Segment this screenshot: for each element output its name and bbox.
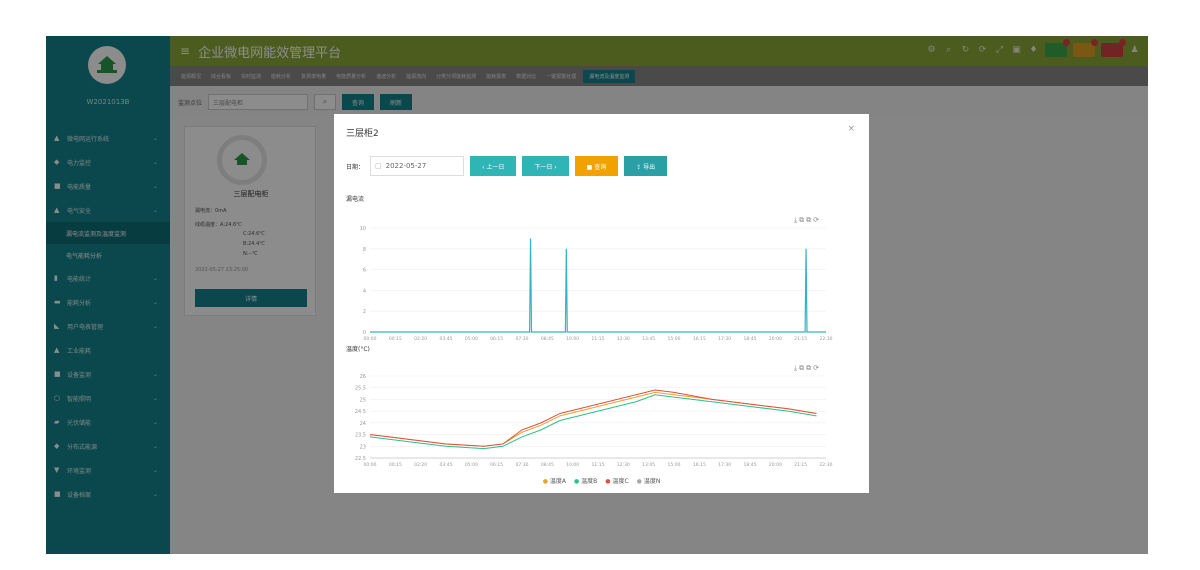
- y-tick-label: 4: [363, 288, 366, 294]
- x-tick-label: 22:30: [820, 336, 833, 342]
- query-button[interactable]: ■ 查询: [574, 156, 619, 176]
- chart-legend: ● 温度A ● 温度B ● 温度C ● 温度N: [334, 476, 869, 485]
- x-tick-label: 17:30: [718, 336, 731, 342]
- x-tick-label: 08:45: [541, 462, 554, 468]
- y-tick-label: 6: [363, 268, 366, 274]
- x-tick-label: 10:00: [566, 336, 579, 342]
- legend-item[interactable]: ● 温度C: [605, 476, 628, 485]
- x-tick-label: 07:30: [516, 336, 529, 342]
- legend-item[interactable]: ● 温度N: [637, 476, 661, 485]
- x-tick-label: 05:00: [465, 336, 478, 342]
- x-tick-label: 16:15: [693, 336, 706, 342]
- x-tick-label: 21:15: [794, 336, 807, 342]
- date-input[interactable]: ▢ 2022-05-27: [370, 156, 465, 176]
- x-tick-label: 12:30: [617, 462, 630, 468]
- prev-day-button[interactable]: ‹ 上一日: [470, 156, 517, 176]
- x-tick-label: 15:00: [668, 462, 681, 468]
- x-tick-label: 03:45: [440, 462, 453, 468]
- y-tick-label: 8: [363, 247, 366, 253]
- x-tick-label: 18:45: [744, 336, 757, 342]
- series-line: [369, 389, 817, 447]
- export-button[interactable]: ⇪ 导出: [624, 156, 668, 176]
- x-tick-label: 07:30: [516, 462, 529, 468]
- modal-title: 三层柜2: [346, 129, 379, 139]
- x-tick-label: 00:15: [389, 336, 402, 342]
- x-tick-label: 16:15: [693, 462, 706, 468]
- next-day-button[interactable]: 下一日 ›: [522, 156, 569, 176]
- x-tick-label: 11:15: [592, 462, 605, 468]
- modal-dialog: 三层柜2 × 日期： ▢ 2022-05-27 ‹ 上一日 下一日 › ■ 查询 …: [334, 114, 869, 493]
- series-line: [369, 394, 817, 450]
- series-line: [370, 238, 826, 333]
- x-tick-label: 02:20: [414, 336, 427, 342]
- x-tick-label: 00:15: [389, 462, 402, 468]
- x-tick-label: 21:15: [794, 462, 807, 468]
- x-tick-label: 05:00: [465, 462, 478, 468]
- modal-toolbar: 日期： ▢ 2022-05-27 ‹ 上一日 下一日 › ■ 查询 ⇪ 导出: [346, 156, 668, 176]
- y-tick-label: 23: [360, 444, 366, 450]
- legend-item[interactable]: ● 温度B: [574, 476, 597, 485]
- date-label: 日期：: [346, 163, 365, 171]
- legend-item[interactable]: ● 温度A: [543, 476, 566, 485]
- x-tick-label: 06:15: [490, 462, 503, 468]
- x-tick-label: 00:00: [364, 462, 377, 468]
- series-line: [369, 391, 817, 447]
- x-tick-label: 22:30: [820, 462, 833, 468]
- x-tick-label: 02:20: [414, 462, 427, 468]
- x-tick-label: 20:00: [769, 462, 782, 468]
- x-tick-label: 13:45: [642, 336, 655, 342]
- y-tick-label: 22.5: [355, 456, 366, 462]
- y-tick-label: 23.5: [355, 433, 366, 439]
- calendar-icon: ▢: [375, 162, 382, 170]
- x-tick-label: 06:15: [490, 336, 503, 342]
- leak-current-chart: 0 2 4 6 8 10 00:00 00:15 02:20 03:45 05:00 06:15 07:…: [360, 226, 833, 342]
- x-tick-label: 08:45: [541, 336, 554, 342]
- x-tick-label: 17:30: [718, 462, 731, 468]
- temp-chart-title: 温度(°C): [346, 346, 370, 353]
- x-tick-label: 13:45: [642, 462, 655, 468]
- y-tick-label: 25: [360, 397, 366, 403]
- y-tick-label: 25.5: [355, 386, 366, 392]
- y-tick-label: 0: [363, 330, 366, 336]
- x-tick-label: 03:45: [440, 336, 453, 342]
- x-tick-label: 15:00: [668, 336, 681, 342]
- temperature-chart: 22.5 23 23.5 24 24.5 25 25.5 26 00:00 00:15 02:20 0…: [355, 374, 833, 468]
- close-icon[interactable]: ×: [847, 124, 855, 134]
- x-tick-label: 12:30: [617, 336, 630, 342]
- y-tick-label: 24: [360, 421, 366, 427]
- app-window: W2021013B ▲ 微电网运行系统 ⌄ ◆ 电力监控 ⌄ ■ 电能质量 ⌄ ▲ 电气安全 ⌄…: [46, 36, 1148, 554]
- x-tick-label: 00:00: [364, 336, 377, 342]
- x-tick-label: 10:00: [566, 462, 579, 468]
- y-tick-label: 26: [360, 374, 366, 380]
- x-tick-label: 20:00: [769, 336, 782, 342]
- y-tick-label: 24.5: [355, 409, 366, 415]
- x-tick-label: 11:15: [592, 336, 605, 342]
- leak-chart-title: 漏电流: [346, 196, 365, 203]
- y-tick-label: 2: [363, 309, 366, 315]
- y-tick-label: 10: [360, 226, 366, 232]
- x-tick-label: 18:45: [744, 462, 757, 468]
